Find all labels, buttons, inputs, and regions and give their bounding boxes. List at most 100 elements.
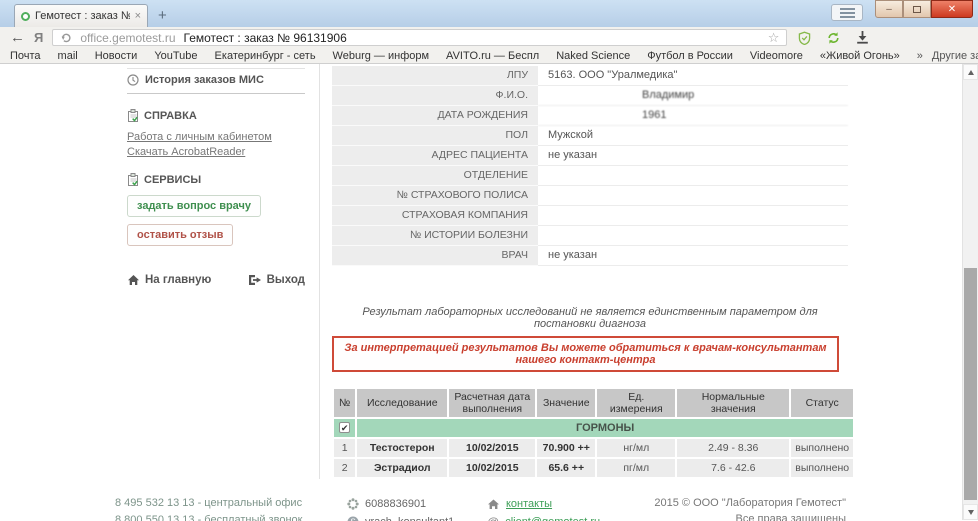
test-unit: пг/мл (597, 459, 675, 477)
svg-text:S: S (350, 518, 355, 521)
test-name: Тестостерон (357, 439, 447, 457)
field-value-department (538, 166, 848, 186)
home-icon (127, 274, 140, 286)
icq-icon (347, 498, 359, 510)
tab-title: Гемотест : заказ № 96 (35, 10, 130, 22)
url-domain: office.gemotest.ru (80, 31, 175, 45)
home-icon (487, 499, 500, 510)
form-row: СТРАХОВАЯ КОМПАНИЯ (332, 206, 848, 226)
bookmark-item[interactable]: Почта (10, 50, 41, 62)
bookmark-item[interactable]: mail (58, 50, 78, 62)
new-tab-button[interactable]: + (158, 7, 167, 24)
test-unit: нг/мл (597, 439, 675, 457)
logout-link[interactable]: Выход (248, 274, 305, 286)
email-link[interactable]: client@gemotest.ru (505, 516, 600, 521)
arrow-down-icon (968, 510, 974, 515)
sidebar-item-history[interactable]: История заказов МИС (127, 74, 305, 86)
other-bookmarks-button[interactable]: Другие закладки ▾ (932, 49, 978, 62)
results-header-row: № Исследование Расчетная дата выполнения… (334, 389, 853, 417)
window-maximize-button[interactable] (903, 0, 931, 18)
order-details: ЛПУ5163. ООО "Уралмедика" Ф.И.О.Владимир… (319, 64, 978, 479)
skype-login: vrach_konsultant1 (365, 516, 454, 521)
bookmark-item[interactable]: «Живой Огонь» (820, 50, 900, 62)
skype-icon: S (347, 516, 359, 521)
test-value: 70.900 ++ (537, 439, 595, 457)
order-form: ЛПУ5163. ООО "Уралмедика" Ф.И.О.Владимир… (332, 66, 848, 266)
ask-doctor-button[interactable]: задать вопрос врачу (127, 195, 261, 217)
bookmark-item[interactable]: YouTube (154, 50, 197, 62)
table-row: 2 Эстрадиол 10/02/2015 65.6 ++ пг/мл 7.6… (334, 459, 853, 477)
group-title: ГОРМОНЫ (357, 419, 853, 437)
scrollbar-thumb[interactable] (964, 268, 977, 500)
contacts-link[interactable]: контакты (506, 498, 552, 510)
tab-list-button[interactable] (831, 4, 863, 21)
group-checkbox[interactable]: ✔ (339, 422, 350, 433)
url-field[interactable]: office.gemotest.ru Гемотест : заказ № 96… (52, 29, 787, 46)
browser-tab-bar: Гемотест : заказ № 96 × + – ✕ (0, 0, 978, 27)
back-button[interactable]: ← (10, 30, 25, 45)
field-value-policy (538, 186, 848, 206)
form-row: Ф.И.О.Владимир (332, 86, 848, 106)
maximize-icon (913, 6, 921, 13)
field-value-fio: Владимир (538, 86, 848, 106)
refresh-icon[interactable] (60, 32, 72, 44)
group-row-hormones: ✔ ГОРМОНЫ (334, 419, 853, 437)
window-minimize-button[interactable]: – (875, 0, 903, 18)
test-date: 10/02/2015 (449, 459, 535, 477)
form-row: ОТДЕЛЕНИЕ (332, 166, 848, 186)
security-shield-icon[interactable] (798, 31, 811, 45)
bookmark-item[interactable]: Екатеринбург - сеть (215, 50, 316, 62)
bookmark-item[interactable]: Weburg — информ (333, 50, 430, 62)
divider (127, 93, 305, 94)
form-row: № СТРАХОВОГО ПОЛИСА (332, 186, 848, 206)
bookmark-item[interactable]: Videomore (750, 50, 803, 62)
browser-tab[interactable]: Гемотест : заказ № 96 × (14, 4, 148, 27)
form-row: ДАТА РОЖДЕНИЯ1961 (332, 106, 848, 126)
arrow-up-icon (968, 70, 974, 75)
bookmarks-overflow-icon[interactable]: » (917, 50, 923, 62)
vertical-scrollbar[interactable] (962, 64, 978, 520)
page-content: История заказов МИС СПРАВКА Работа с лич… (0, 64, 978, 520)
sidebar: История заказов МИС СПРАВКА Работа с лич… (0, 64, 319, 479)
download-icon[interactable] (856, 31, 869, 44)
bookmark-item[interactable]: Новости (95, 50, 138, 62)
bookmarks-bar: Почта mail Новости YouTube Екатеринбург … (0, 48, 978, 64)
test-status: выполнено (791, 459, 853, 477)
scroll-up-button[interactable] (963, 64, 978, 80)
table-row: 1 Тестостерон 10/02/2015 70.900 ++ нг/мл… (334, 439, 853, 457)
address-bar: ← Я office.gemotest.ru Гемотест : заказ … (0, 27, 978, 48)
divider (127, 68, 305, 69)
phone-central-office: 8 495 532 13 13 - центральный офис (115, 495, 333, 512)
field-value-insurance (538, 206, 848, 226)
lab-disclaimer: Результат лабораторных исследований не я… (332, 306, 848, 330)
exit-icon (248, 274, 262, 286)
phone-free-call: 8 800 550 13 13 - бесплатный звонок (115, 512, 333, 521)
url-page-title: Гемотест : заказ № 96131906 (184, 31, 347, 45)
bookmark-star-icon[interactable]: ☆ (768, 31, 780, 44)
bookmark-item[interactable]: AVITO.ru — Беспл (446, 50, 539, 62)
link-acrobat-reader[interactable]: Скачать AcrobatReader (127, 146, 305, 158)
page-footer: 8 495 532 13 13 - центральный офис 8 800… (0, 479, 978, 521)
window-close-button[interactable]: ✕ (931, 0, 973, 18)
scroll-down-button[interactable] (963, 504, 978, 520)
tab-close-icon[interactable]: × (135, 10, 141, 22)
site-favicon (21, 12, 30, 21)
yandex-menu-button[interactable]: Я (34, 30, 43, 45)
field-value-doctor: не указан (538, 246, 848, 266)
feedback-button[interactable]: оставить отзыв (127, 224, 233, 246)
home-link[interactable]: На главную (127, 274, 211, 286)
bookmark-item[interactable]: Naked Science (556, 50, 630, 62)
form-row: ВРАЧне указан (332, 246, 848, 266)
field-value-address: не указан (538, 146, 848, 166)
field-value-history (538, 226, 848, 246)
test-normal-range: 2.49 - 8.36 (677, 439, 789, 457)
bookmark-item[interactable]: Футбол в России (647, 50, 733, 62)
field-value-lpu: 5163. ООО "Уралмедика" (538, 66, 848, 86)
test-date: 10/02/2015 (449, 439, 535, 457)
clipboard-icon (127, 109, 139, 122)
email-icon: @ (487, 515, 499, 521)
link-personal-cabinet[interactable]: Работа с личным кабинетом (127, 131, 305, 143)
sync-icon[interactable] (826, 31, 841, 45)
test-name: Эстрадиол (357, 459, 447, 477)
field-value-sex: Мужской (538, 126, 848, 146)
